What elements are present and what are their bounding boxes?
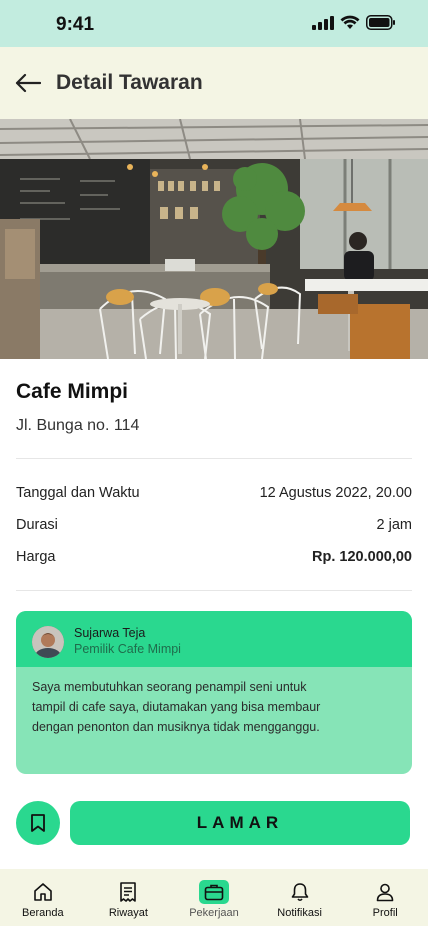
nav-label: Profil [372, 907, 398, 919]
owner-name: Sujarwa Teja [74, 626, 146, 640]
detail-label: Harga [16, 549, 56, 565]
bottom-nav: Beranda Riwayat Pekerjaan Notifikasi Pro… [0, 869, 428, 926]
detail-row-price: Harga Rp. 120.000,00 [16, 549, 412, 565]
owner-card: Sujarwa Teja Pemilik Cafe Mimpi Saya mem… [16, 611, 412, 774]
owner-card-header: Sujarwa Teja Pemilik Cafe Mimpi [16, 611, 412, 667]
back-button[interactable] [14, 69, 42, 97]
nav-label: Beranda [22, 907, 64, 919]
nav-item-profil[interactable]: Profil [342, 869, 428, 926]
app-header: Detail Tawaran [0, 47, 428, 119]
divider [16, 458, 412, 459]
status-time: 9:41 [56, 14, 95, 35]
detail-value: 12 Agustus 2022, 20.00 [259, 485, 412, 501]
briefcase-icon [198, 880, 229, 904]
bookmark-button[interactable] [16, 801, 60, 845]
bell-icon [285, 880, 315, 904]
status-bar: 9:41 [0, 0, 428, 47]
home-icon [28, 880, 58, 904]
detail-label: Durasi [16, 517, 58, 533]
nav-item-riwayat[interactable]: Riwayat [86, 869, 172, 926]
owner-message: Saya membutuhkan seorang penampil seni u… [32, 680, 321, 734]
arrow-left-icon [15, 73, 41, 93]
battery-icon [366, 15, 395, 30]
venue-name: Cafe Mimpi [16, 380, 129, 403]
nav-label: Pekerjaan [189, 907, 239, 919]
signal-icon [312, 15, 334, 30]
price-value: Rp. 120.000,00 [312, 549, 412, 565]
avatar [32, 626, 64, 658]
page-title: Detail Tawaran [56, 71, 203, 94]
user-icon [370, 880, 400, 904]
status-icons [312, 15, 396, 30]
nav-item-notifikasi[interactable]: Notifikasi [257, 869, 343, 926]
wifi-icon [340, 15, 360, 29]
receipt-icon [113, 880, 143, 904]
cafe-photo [0, 119, 428, 359]
venue-address: Jl. Bunga no. 114 [16, 417, 140, 434]
cafe-photo-illustration [0, 119, 428, 359]
apply-button[interactable]: LAMAR [70, 801, 410, 845]
bookmark-icon [31, 814, 45, 832]
nav-label: Notifikasi [277, 907, 322, 919]
detail-row-duration: Durasi 2 jam [16, 517, 412, 533]
owner-role: Pemilik Cafe Mimpi [74, 642, 181, 656]
divider [16, 590, 412, 591]
detail-label: Tanggal dan Waktu [16, 485, 140, 501]
nav-label: Riwayat [108, 907, 148, 919]
nav-item-beranda[interactable]: Beranda [0, 869, 86, 926]
detail-value: 2 jam [376, 517, 412, 533]
detail-row-date: Tanggal dan Waktu 12 Agustus 2022, 20.00 [16, 485, 412, 501]
nav-item-pekerjaan[interactable]: Pekerjaan [171, 869, 257, 926]
